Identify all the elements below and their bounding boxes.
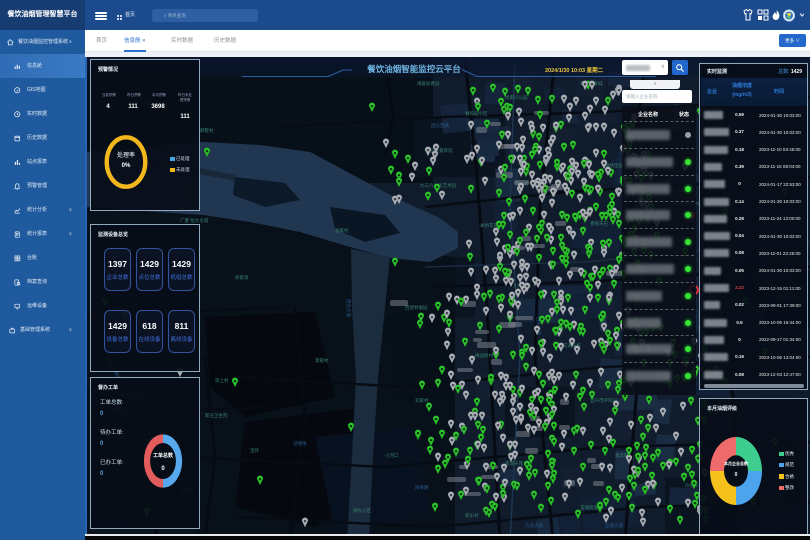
svg-text:宝玲: 宝玲 bbox=[250, 447, 259, 454]
svg-text:阳泉路: 阳泉路 bbox=[415, 484, 429, 491]
svg-text:氿滨大道: 氿滨大道 bbox=[525, 522, 543, 529]
svg-text:新乐村: 新乐村 bbox=[465, 512, 479, 519]
svg-text:宜城大道: 宜城大道 bbox=[605, 522, 623, 529]
svg-text:梅园新村: 梅园新村 bbox=[475, 352, 493, 359]
svg-text:团氿西路: 团氿西路 bbox=[431, 122, 449, 129]
svg-text:小河口: 小河口 bbox=[385, 452, 399, 459]
svg-text:徐家荡: 徐家荡 bbox=[235, 274, 249, 281]
svg-text:春和园小区: 春和园小区 bbox=[465, 110, 488, 117]
svg-text:香班天石: 香班天石 bbox=[590, 220, 608, 227]
svg-text:湖光小区: 湖光小区 bbox=[353, 507, 371, 514]
svg-text:景湖天苑: 景湖天苑 bbox=[505, 460, 523, 467]
svg-text:杨家圩公园: 杨家圩公园 bbox=[505, 94, 528, 101]
svg-text:黑上村: 黑上村 bbox=[215, 377, 229, 384]
svg-text:麻墅村: 麻墅村 bbox=[200, 127, 214, 134]
svg-text:广厦 恒大龙城: 广厦 恒大龙城 bbox=[180, 217, 209, 224]
svg-text:西望村俪园: 西望村俪园 bbox=[405, 304, 428, 311]
svg-text:海复幼香园: 海复幼香园 bbox=[417, 80, 440, 87]
svg-text:新庄卫生院: 新庄卫生院 bbox=[205, 412, 228, 419]
svg-text:宜城街道: 宜城街道 bbox=[580, 504, 598, 511]
svg-text:富家村: 富家村 bbox=[335, 227, 349, 234]
svg-text:西氿大道: 西氿大道 bbox=[345, 299, 352, 317]
svg-text:刘家村: 刘家村 bbox=[415, 397, 429, 403]
svg-text:泾德线: 泾德线 bbox=[293, 440, 307, 447]
svg-text:蒋家村: 蒋家村 bbox=[315, 357, 329, 364]
